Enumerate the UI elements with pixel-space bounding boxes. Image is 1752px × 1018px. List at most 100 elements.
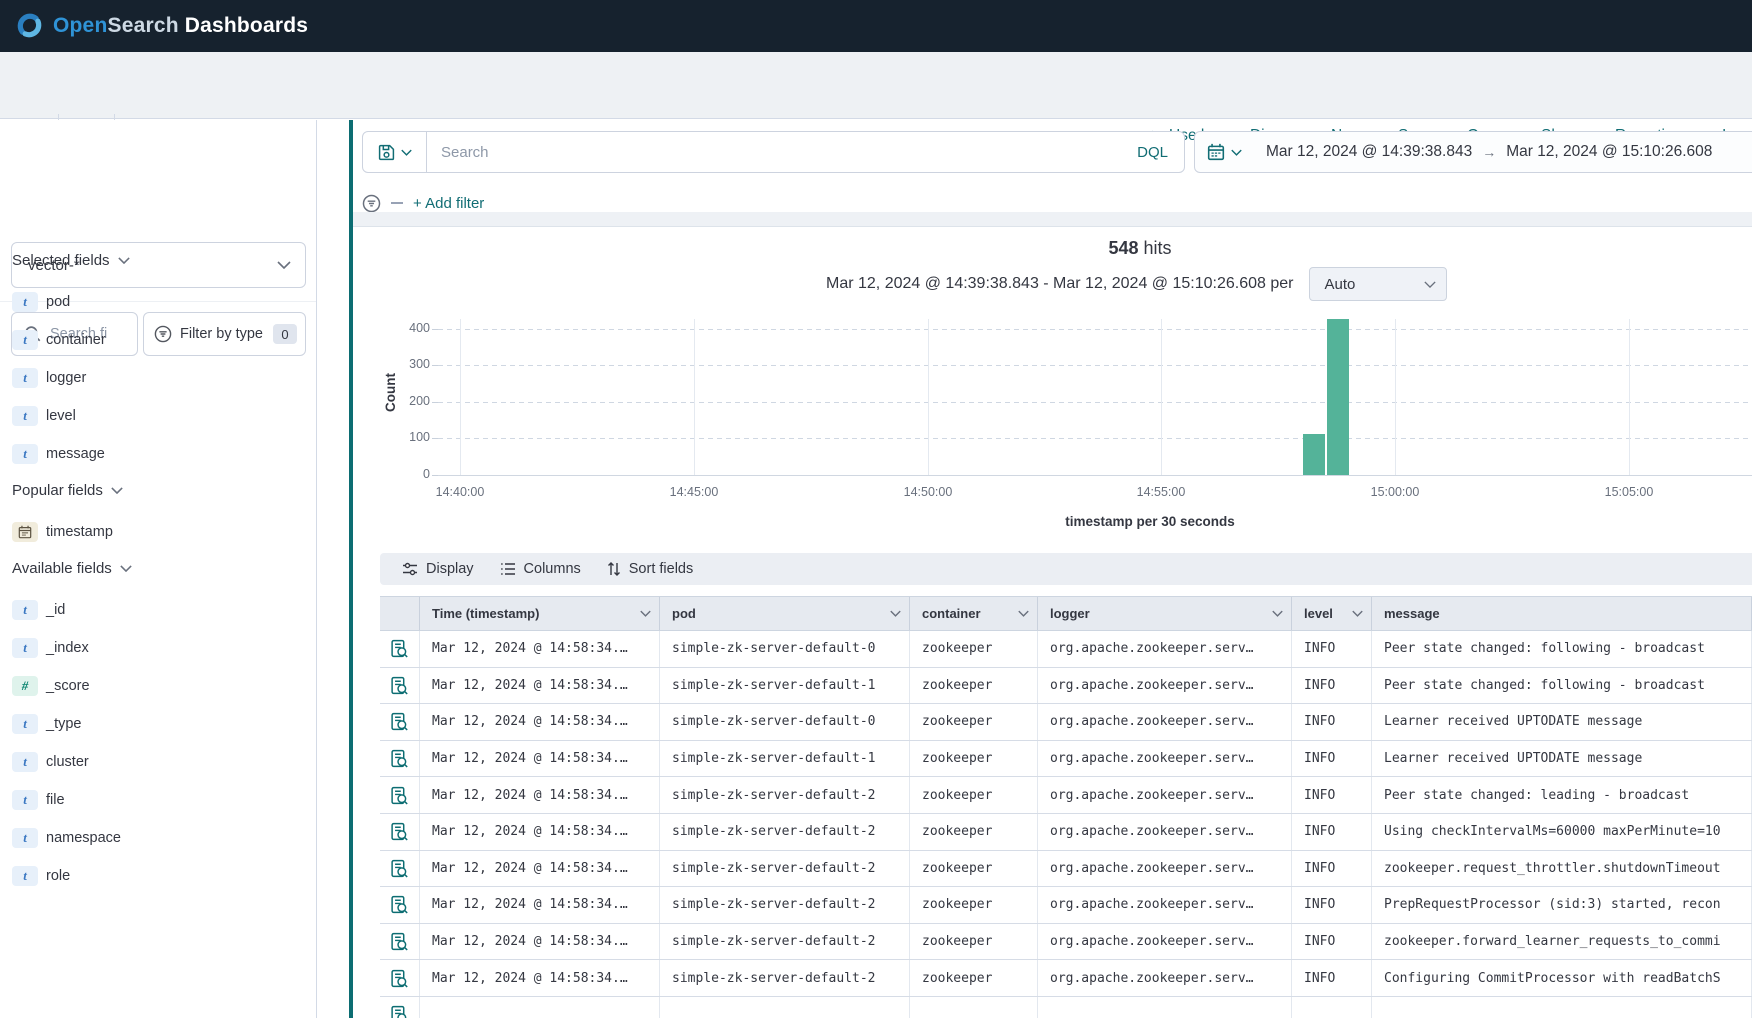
opensearch-logo-icon <box>16 12 44 40</box>
cell-time: Mar 12, 2024 @ 14:58:34.… <box>420 668 660 704</box>
expand-row-icon[interactable] <box>390 639 409 658</box>
cell-message: Using checkIntervalMs=60000 maxPerMinute… <box>1372 814 1752 850</box>
column-header-level[interactable]: level <box>1292 597 1372 630</box>
chevron-down-icon[interactable] <box>1231 149 1242 156</box>
search-input[interactable] <box>427 144 1121 161</box>
interval-select[interactable]: Auto <box>1309 267 1447 301</box>
field-type-text-badge: t <box>12 866 38 886</box>
expand-row-icon[interactable] <box>390 859 409 878</box>
field-label: message <box>46 446 105 462</box>
cell-pod: simple-zk-server-default-2 <box>660 814 910 850</box>
section-available-fields[interactable]: Available fields <box>12 560 132 577</box>
cell-pod: simple-zk-server-default-2 <box>660 777 910 813</box>
column-header-pod[interactable]: pod <box>660 597 910 630</box>
expand-row-icon[interactable] <box>390 822 409 841</box>
display-button[interactable]: Display <box>402 561 474 577</box>
field-item-_index[interactable]: t_index <box>0 632 316 664</box>
expand-row-icon[interactable] <box>390 786 409 805</box>
expand-row-icon[interactable] <box>390 1005 409 1018</box>
table-row: Mar 12, 2024 @ 14:58:34.…simple-zk-serve… <box>380 960 1752 997</box>
cell-logger <box>1038 997 1292 1018</box>
save-query-button[interactable] <box>363 132 427 172</box>
app-header: OpenSearchDashboards <box>0 0 1752 52</box>
histogram-bar-14:58:30[interactable] <box>1327 319 1349 475</box>
column-header-time[interactable]: Time (timestamp) <box>420 597 660 630</box>
field-type-text-badge: t <box>12 292 38 312</box>
cell-message: Learner received UPTODATE message <box>1372 704 1752 740</box>
field-item-container[interactable]: tcontainer <box>0 324 316 356</box>
column-header-container[interactable]: container <box>910 597 1038 630</box>
histogram-bar-14:58:00[interactable] <box>1303 434 1325 475</box>
x-tick-label: 14:45:00 <box>654 485 734 499</box>
field-item-file[interactable]: tfile <box>0 784 316 816</box>
cell-message: Peer state changed: following - broadcas… <box>1372 631 1752 667</box>
query-language-button[interactable]: DQL <box>1121 144 1184 161</box>
field-label: role <box>46 868 70 884</box>
y-axis-title: Count <box>383 373 398 412</box>
expand-row-icon[interactable] <box>390 676 409 695</box>
column-header-message[interactable]: message <box>1372 597 1752 630</box>
field-label: _score <box>46 678 90 694</box>
gridline <box>438 438 1752 439</box>
field-item-logger[interactable]: tlogger <box>0 362 316 394</box>
expand-row-icon[interactable] <box>390 969 409 988</box>
section-selected-fields[interactable]: Selected fields <box>12 252 130 269</box>
y-tick <box>432 329 438 330</box>
y-tick <box>432 402 438 403</box>
x-tick-label: 14:40:00 <box>420 485 500 499</box>
cell-message: zookeeper.forward_learner_requests_to_co… <box>1372 924 1752 960</box>
field-type-date-badge <box>12 522 38 542</box>
field-item-_type[interactable]: t_type <box>0 708 316 740</box>
hits-subtitle: Mar 12, 2024 @ 14:39:38.843 - Mar 12, 20… <box>826 267 1447 301</box>
cell-logger: org.apache.zookeeper.serv… <box>1038 741 1292 777</box>
filter-icon[interactable] <box>362 194 381 213</box>
field-item-_id[interactable]: t_id <box>0 594 316 626</box>
date-range-start[interactable]: Mar 12, 2024 @ 14:39:38.843 <box>1266 143 1472 161</box>
chevron-down-icon <box>401 149 412 156</box>
cell-message: Learner received UPTODATE message <box>1372 741 1752 777</box>
field-item-pod[interactable]: tpod <box>0 286 316 318</box>
cell-level: INFO <box>1292 741 1372 777</box>
cell-pod: simple-zk-server-default-0 <box>660 631 910 667</box>
cell-container: zookeeper <box>910 741 1038 777</box>
sliders-icon <box>402 561 418 577</box>
columns-button[interactable]: Columns <box>500 561 581 577</box>
expand-row-icon[interactable] <box>390 932 409 951</box>
expand-row-icon[interactable] <box>390 895 409 914</box>
field-item-level[interactable]: tlevel <box>0 400 316 432</box>
field-item-cluster[interactable]: tcluster <box>0 746 316 778</box>
cell-level: INFO <box>1292 851 1372 887</box>
field-type-text-badge: t <box>12 600 38 620</box>
field-item-message[interactable]: tmessage <box>0 438 316 470</box>
query-area-bottom-band <box>353 212 1752 227</box>
field-item-timestamp[interactable]: timestamp <box>0 516 316 548</box>
add-filter-button[interactable]: + Add filter <box>413 195 484 212</box>
table-row-partial <box>380 997 1752 1018</box>
column-header-logger[interactable]: logger <box>1038 597 1292 630</box>
section-popular-fields[interactable]: Popular fields <box>12 482 123 499</box>
cell-container: zookeeper <box>910 631 1038 667</box>
calendar-icon <box>18 525 32 539</box>
y-tick-label: 400 <box>390 321 430 335</box>
cell-pod: simple-zk-server-default-2 <box>660 960 910 996</box>
cell-container: zookeeper <box>910 668 1038 704</box>
cell-message <box>1372 997 1752 1018</box>
field-item-_score[interactable]: #_score <box>0 670 316 702</box>
gridline <box>438 365 1752 366</box>
field-item-role[interactable]: trole <box>0 860 316 892</box>
list-icon <box>500 561 516 577</box>
y-tick-label: 300 <box>390 357 430 371</box>
expand-row-icon[interactable] <box>390 712 409 731</box>
table-row: Mar 12, 2024 @ 14:58:34.…simple-zk-serve… <box>380 631 1752 668</box>
hits-range-text: Mar 12, 2024 @ 14:39:38.843 - Mar 12, 20… <box>826 275 1293 293</box>
calendar-icon[interactable] <box>1207 143 1225 161</box>
sort-fields-button[interactable]: Sort fields <box>607 561 693 577</box>
cell-time: Mar 12, 2024 @ 14:58:34.… <box>420 960 660 996</box>
field-item-namespace[interactable]: tnamespace <box>0 822 316 854</box>
table-header: Time (timestamp) pod container logger le… <box>380 596 1752 631</box>
date-range-end[interactable]: Mar 12, 2024 @ 15:10:26.608 <box>1506 143 1712 161</box>
cell-container: zookeeper <box>910 960 1038 996</box>
field-type-text-badge: t <box>12 790 38 810</box>
top-navbar: Discover Use legacy Discover NewSaveOpen… <box>0 52 1752 119</box>
expand-row-icon[interactable] <box>390 749 409 768</box>
